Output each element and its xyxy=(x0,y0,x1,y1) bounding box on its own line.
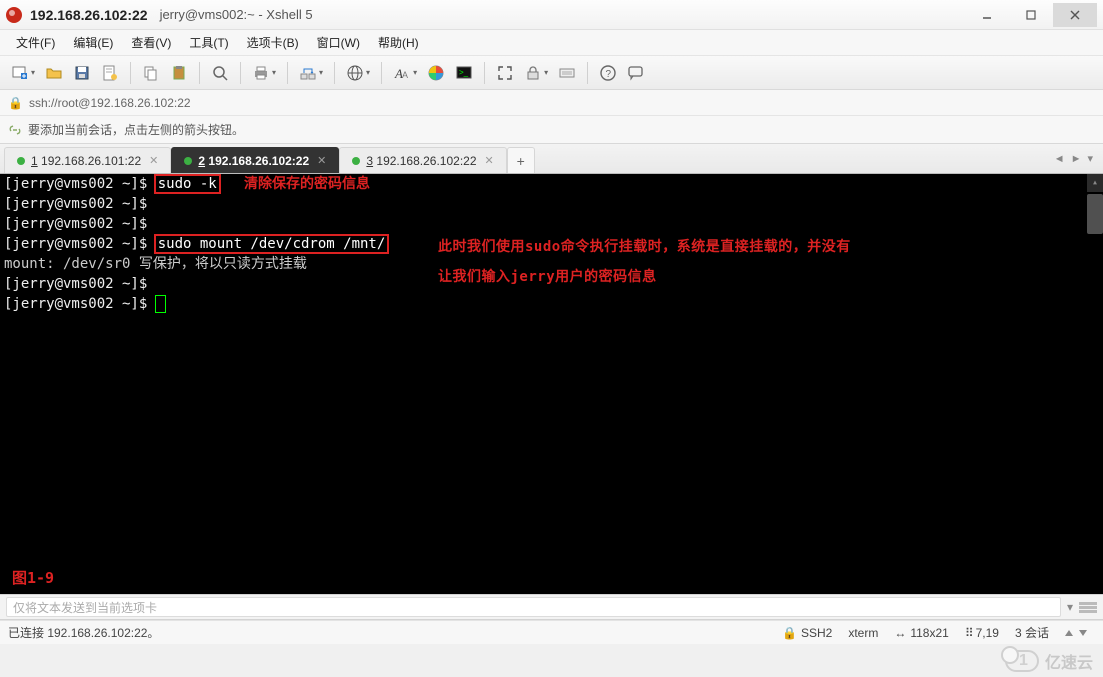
status-proto: 🔒 SSH2 xyxy=(774,626,840,640)
divider xyxy=(240,62,241,84)
menu-file[interactable]: 文件(F) xyxy=(8,31,63,54)
svg-text:?: ? xyxy=(606,69,612,80)
send-bar: 仅将文本发送到当前选项卡 ▾ xyxy=(0,594,1103,620)
send-dropdown-icon[interactable]: ▾ xyxy=(1067,600,1073,614)
title-bar: 192.168.26.102:22 jerry@vms002:~ - Xshel… xyxy=(0,0,1103,30)
status-connection: 已连接 192.168.26.102:22。 xyxy=(8,624,159,641)
status-dot-icon xyxy=(184,157,192,165)
tab-prev-icon[interactable]: ◄ xyxy=(1054,153,1065,165)
menu-view[interactable]: 查看(V) xyxy=(123,31,179,54)
chat-button[interactable] xyxy=(622,59,650,87)
status-dot-icon xyxy=(352,157,360,165)
title-sub: jerry@vms002:~ - Xshell 5 xyxy=(160,7,313,22)
chevron-down-icon: ▾ xyxy=(319,68,323,77)
maximize-button[interactable] xyxy=(1009,3,1053,27)
close-button[interactable] xyxy=(1053,3,1097,27)
cloud-icon: 1 xyxy=(1005,650,1039,672)
menu-tabs[interactable]: 选项卡(B) xyxy=(239,31,307,54)
chevron-down-icon: ▾ xyxy=(366,68,370,77)
figure-label: 图1-9 xyxy=(12,568,54,588)
hint-bar: 要添加当前会话，点击左侧的箭头按钮。 xyxy=(0,116,1103,144)
fullscreen-button[interactable] xyxy=(491,59,519,87)
divider xyxy=(130,62,131,84)
annotation-2a: 此时我们使用sudo命令执行挂载时，系统是直接挂载的，并没有 xyxy=(438,232,851,262)
session-tab-3[interactable]: 3 192.168.26.102:22 ✕ xyxy=(339,147,506,173)
send-placeholder: 仅将文本发送到当前选项卡 xyxy=(13,599,157,616)
hint-text: 要添加当前会话，点击左侧的箭头按钮。 xyxy=(28,121,244,138)
help-button[interactable]: ? xyxy=(594,59,622,87)
menu-edit[interactable]: 编辑(E) xyxy=(65,31,121,54)
chevron-down-icon: ▾ xyxy=(31,68,35,77)
highlight-cmd2: sudo mount /dev/cdrom /mnt/ xyxy=(156,236,388,252)
transfer-button[interactable]: ▾ xyxy=(294,59,328,87)
divider xyxy=(287,62,288,84)
terminal-icon-button[interactable]: >_ xyxy=(450,59,478,87)
lock-icon: 🔒 xyxy=(8,96,23,110)
tab-list-icon[interactable]: ▾ xyxy=(1087,152,1093,165)
multi-send-icon[interactable] xyxy=(1079,602,1097,613)
address-url[interactable]: ssh://root@192.168.26.102:22 xyxy=(29,96,191,110)
chevron-down-icon: ▾ xyxy=(544,68,548,77)
send-input[interactable]: 仅将文本发送到当前选项卡 xyxy=(6,597,1061,617)
svg-text:>_: >_ xyxy=(459,68,469,77)
toolbar: ▾ ▾ ▾ ▾ AA▾ >_ ▾ ? xyxy=(0,56,1103,90)
folder-open-button[interactable] xyxy=(40,59,68,87)
svg-text:A: A xyxy=(402,70,408,80)
paste-button[interactable] xyxy=(165,59,193,87)
menu-tools[interactable]: 工具(T) xyxy=(181,31,236,54)
lock-button[interactable]: ▾ xyxy=(519,59,553,87)
save-button[interactable] xyxy=(68,59,96,87)
status-updown[interactable] xyxy=(1057,630,1095,636)
menu-window[interactable]: 窗口(W) xyxy=(309,31,368,54)
chevron-down-icon: ▾ xyxy=(272,68,276,77)
status-pos: ⠿ 7,19 xyxy=(957,626,1007,640)
annotation-1: 清除保存的密码信息 xyxy=(244,176,370,192)
keyboard-button[interactable] xyxy=(553,59,581,87)
copy-button[interactable] xyxy=(137,59,165,87)
menu-help[interactable]: 帮助(H) xyxy=(370,31,427,54)
tab-close-icon[interactable]: ✕ xyxy=(317,154,326,167)
highlight-cmd1: sudo -k xyxy=(156,176,219,192)
minimize-button[interactable] xyxy=(965,3,1009,27)
app-icon xyxy=(6,7,22,23)
tab-next-icon[interactable]: ► xyxy=(1071,153,1082,165)
address-bar: 🔒 ssh://root@192.168.26.102:22 xyxy=(0,90,1103,116)
watermark: 1 亿速云 xyxy=(1005,649,1093,673)
window-controls xyxy=(965,3,1097,27)
divider xyxy=(381,62,382,84)
annotation-2b: 让我们输入jerry用户的密码信息 xyxy=(438,262,657,292)
search-button[interactable] xyxy=(206,59,234,87)
tab-nav: ◄ ► ▾ xyxy=(1054,144,1099,173)
status-term: xterm xyxy=(840,626,886,640)
session-tab-1[interactable]: 1 192.168.26.101:22 ✕ xyxy=(4,147,171,173)
terminal[interactable]: ▴ [jerry@vms002 ~]$ sudo -k 清除保存的密码信息 [j… xyxy=(0,174,1103,594)
status-bar: 已连接 192.168.26.102:22。 🔒 SSH2 xterm ↔ 11… xyxy=(0,620,1103,644)
font-button[interactable]: AA▾ xyxy=(388,59,422,87)
globe-button[interactable]: ▾ xyxy=(341,59,375,87)
tab-close-icon[interactable]: ✕ xyxy=(149,154,158,167)
cursor xyxy=(156,296,165,312)
new-tab-button[interactable]: ▾ xyxy=(6,59,40,87)
divider xyxy=(334,62,335,84)
status-size: ↔ 118x21 xyxy=(886,626,956,640)
session-tab-2[interactable]: 2 192.168.26.102:22 ✕ xyxy=(171,147,339,173)
divider xyxy=(484,62,485,84)
add-tab-button[interactable]: + xyxy=(507,147,535,173)
title-ip: 192.168.26.102:22 xyxy=(30,7,148,23)
chevron-down-icon: ▾ xyxy=(413,68,417,77)
tab-close-icon[interactable]: ✕ xyxy=(485,154,494,167)
print-button[interactable]: ▾ xyxy=(247,59,281,87)
divider xyxy=(199,62,200,84)
status-dot-icon xyxy=(17,157,25,165)
menu-bar: 文件(F) 编辑(E) 查看(V) 工具(T) 选项卡(B) 窗口(W) 帮助(… xyxy=(0,30,1103,56)
color-wheel-button[interactable] xyxy=(422,59,450,87)
status-sessions: 3 会话 xyxy=(1007,624,1057,641)
divider xyxy=(587,62,588,84)
tab-strip: 1 192.168.26.101:22 ✕ 2 192.168.26.102:2… xyxy=(0,144,1103,174)
link-icon[interactable] xyxy=(8,123,22,137)
properties-button[interactable] xyxy=(96,59,124,87)
